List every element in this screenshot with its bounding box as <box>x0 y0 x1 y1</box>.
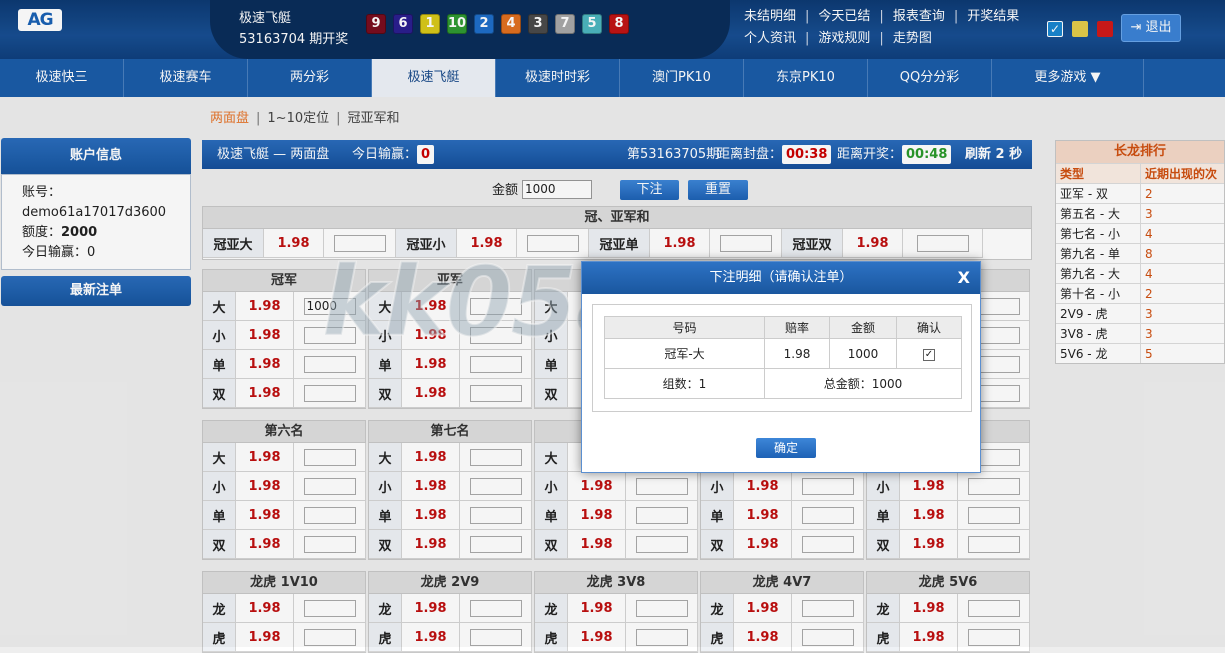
total-amount: 总金额：1000 <box>764 368 962 399</box>
groups-count: 组数：1 <box>604 368 765 399</box>
modal-title: 下注明细（请确认注单） <box>582 262 980 294</box>
col-amount: 金额 <box>829 316 897 339</box>
col-code: 号码 <box>604 316 765 339</box>
col-confirm: 确认 <box>896 316 962 339</box>
col-odds: 赔率 <box>764 316 830 339</box>
row-odds: 1.98 <box>764 338 830 369</box>
confirm-button[interactable]: 确定 <box>756 438 816 458</box>
row-code: 冠军-大 <box>604 338 765 369</box>
modal-body: 号码 赔率 金额 确认 冠军-大 1.98 1000 ✓ 组数：1 总金额：10… <box>592 304 972 412</box>
bet-detail-table: 号码 赔率 金额 确认 冠军-大 1.98 1000 ✓ 组数：1 总金额：10… <box>604 316 962 399</box>
modal-close-icon[interactable]: X <box>958 268 970 287</box>
confirm-checkbox[interactable]: ✓ <box>923 349 935 361</box>
bet-confirm-modal: 下注明细（请确认注单） X 号码 赔率 金额 确认 冠军-大 1.98 1000… <box>581 261 981 473</box>
row-amount: 1000 <box>829 338 897 369</box>
